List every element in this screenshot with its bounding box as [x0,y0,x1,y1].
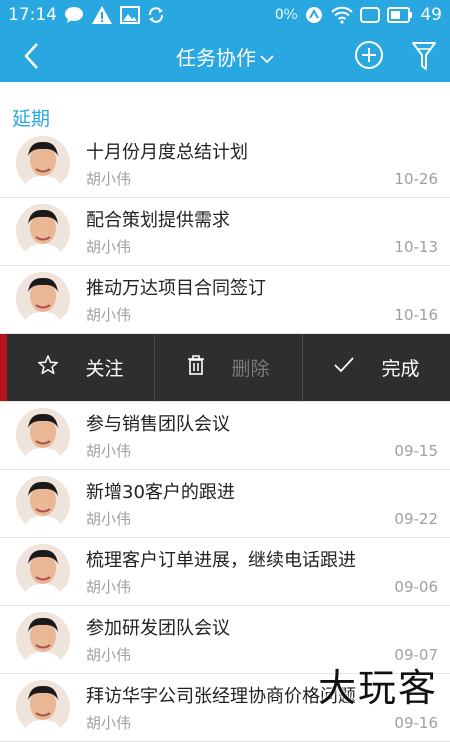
task-owner: 胡小伟 [86,578,132,596]
follow-label: 关注 [85,358,124,380]
watermark: 大玩客 [317,666,438,710]
task-owner: 胡小伟 [86,510,132,528]
avatar [16,680,70,734]
task-owner: 胡小伟 [86,646,132,664]
avatar [16,204,70,258]
swipe-accent-stripe [0,334,7,401]
task-date: 09-22 [394,510,438,528]
task-title: 配合策划提供需求 [86,210,230,231]
complete-label: 完成 [381,358,420,380]
avatar [16,408,70,462]
toolbar: 任务协作 [0,30,450,82]
task-date: 10-16 [394,306,438,324]
task-title: 梳理客户订单进展，继续电话跟进 [86,550,356,571]
task-title: 新增30客户的跟进 [86,482,235,503]
avatar [16,476,70,530]
chevron-down-icon[interactable] [260,45,274,69]
task-owner: 胡小伟 [86,714,132,732]
wifi-icon [331,6,354,24]
sync-icon [147,6,165,24]
page-title[interactable]: 任务协作 [176,42,256,71]
task-list: 十月份月度总结计划 胡小伟 10-26 配合策划提供需求 胡小伟 10-13 推… [0,130,450,742]
nfc-icon [304,6,324,24]
app-bar: 17:14 0⁰⁄₀ 49 任务协作 [0,0,450,82]
filter-icon[interactable] [411,40,437,76]
task-title: 推动万达项目合同签订 [86,278,266,299]
back-icon[interactable] [22,42,40,74]
complete-button[interactable]: 完成 [303,334,450,401]
add-icon[interactable] [354,40,384,74]
task-title: 十月份月度总结计划 [86,142,248,163]
avatar [16,544,70,598]
task-date: 09-06 [394,578,438,596]
task-date: 10-13 [394,238,438,256]
task-date: 09-16 [394,714,438,732]
warning-icon [91,5,113,25]
task-owner: 胡小伟 [86,306,132,324]
screen-icon [360,7,381,23]
avatar [16,272,70,326]
star-icon [37,354,59,381]
task-owner: 胡小伟 [86,170,132,188]
task-row[interactable]: 配合策划提供需求 胡小伟 10-13 [0,198,450,266]
follow-button[interactable]: 关注 [7,334,155,401]
swipe-action-bar: 关注 删除 完成 [0,334,450,402]
check-icon [333,356,355,379]
task-row[interactable]: 梳理客户订单进展，继续电话跟进 胡小伟 09-06 [0,538,450,606]
task-owner: 胡小伟 [86,238,132,256]
trash-icon [187,355,205,380]
task-row[interactable]: 新增30客户的跟进 胡小伟 09-22 [0,470,450,538]
task-date: 09-15 [394,442,438,460]
task-title: 参与销售团队会议 [86,414,230,435]
image-icon [120,6,140,24]
section-header-overdue: 延期 [12,108,51,130]
status-bar: 17:14 0⁰⁄₀ 49 [0,0,450,30]
delete-button[interactable]: 删除 [155,334,303,401]
chat-icon [64,6,84,24]
task-owner: 胡小伟 [86,442,132,460]
avatar [16,136,70,190]
task-row[interactable]: 参与销售团队会议 胡小伟 09-15 [0,402,450,470]
status-time: 17:14 [8,5,57,25]
avatar [16,612,70,666]
battery-level: 49 [420,5,442,25]
battery-icon [387,7,413,23]
task-date: 10-26 [394,170,438,188]
task-title: 拜访华宇公司张经理协商价格问题 [86,686,356,707]
delete-label: 删除 [231,358,270,380]
task-title: 参加研发团队会议 [86,618,230,639]
task-row[interactable]: 推动万达项目合同签订 胡小伟 10-16 [0,266,450,334]
signal-text: 0⁰⁄₀ [274,7,298,23]
task-row[interactable]: 十月份月度总结计划 胡小伟 10-26 [0,130,450,198]
